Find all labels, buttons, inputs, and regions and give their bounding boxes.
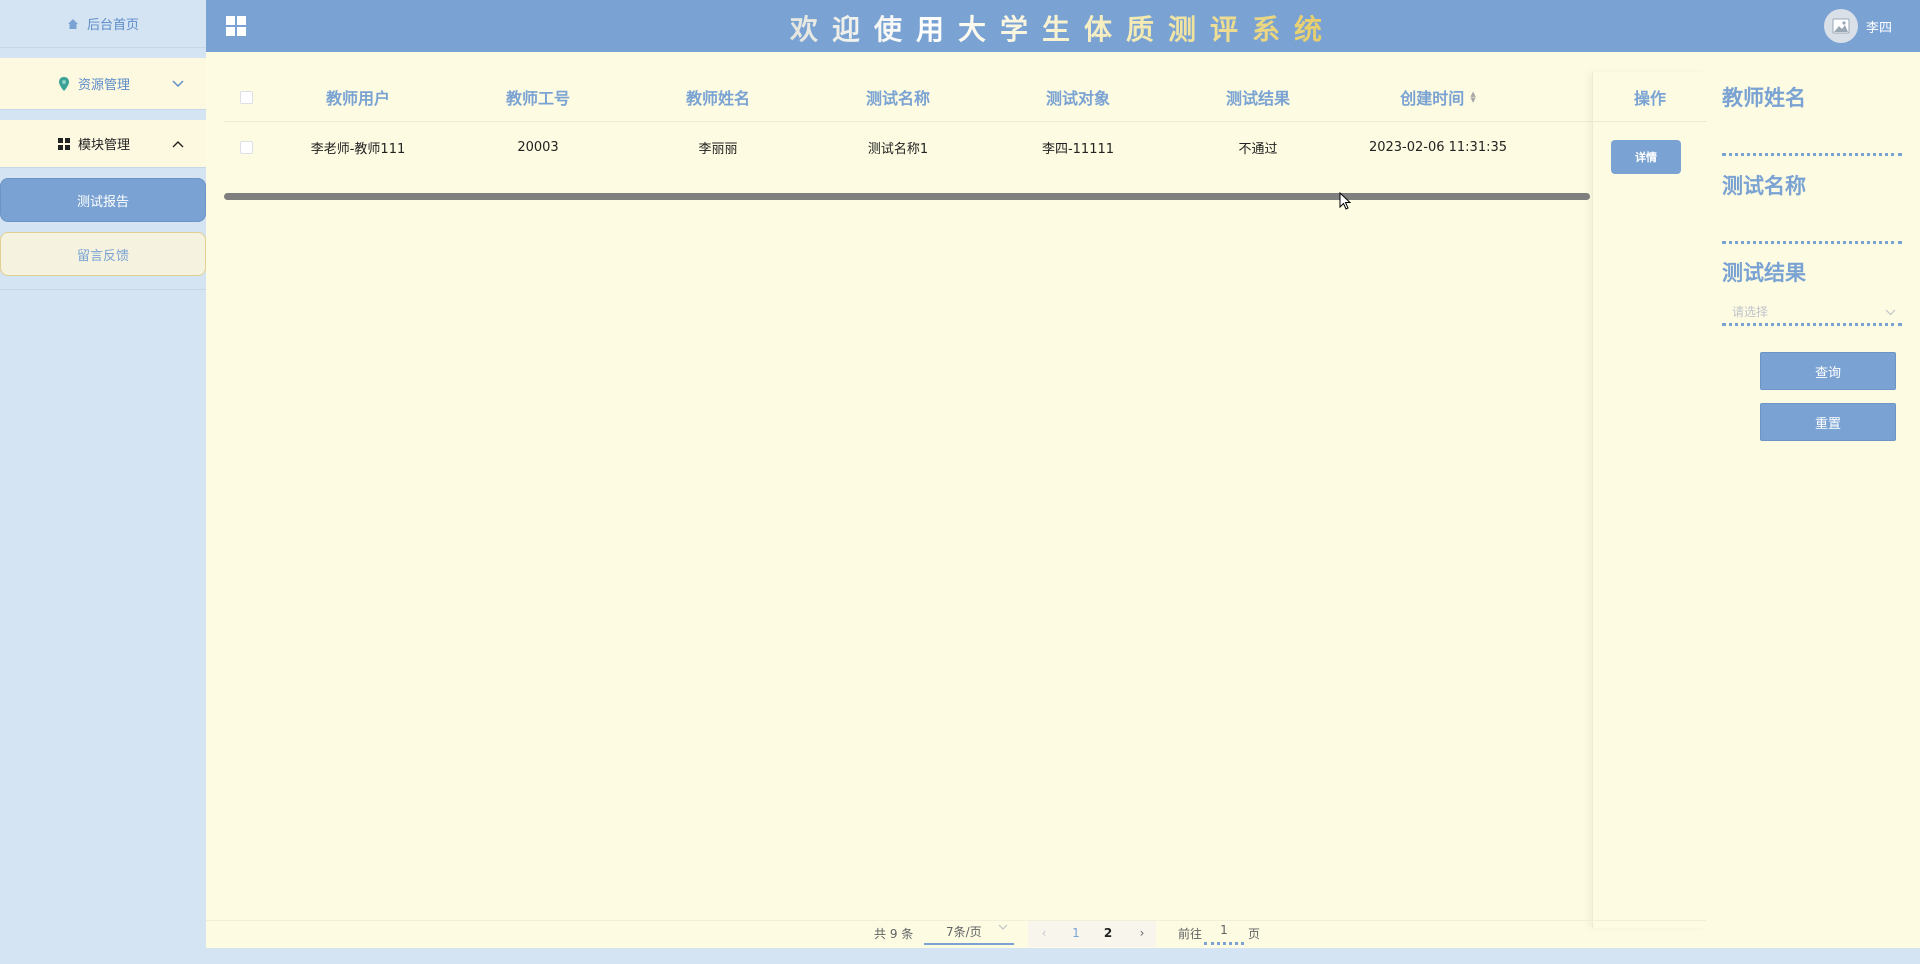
page-title: 欢迎使用大学生体质测评系统 (206, 8, 1920, 48)
data-table: 教师用户 教师工号 教师姓名 测试名称 测试对象 测试结果 创建时间 ▲▼ 更 … (224, 72, 1706, 172)
cell-teacher-id: 20003 (517, 139, 559, 155)
page-number-2[interactable]: 2 (1096, 921, 1120, 945)
cell-test-target: 李四-11111 (1041, 141, 1115, 157)
test-name-input[interactable] (1722, 214, 1902, 244)
avatar (1823, 9, 1858, 43)
test-name-label: 测试名称 (1722, 174, 1806, 198)
column-header-teacher-name: 教师姓名 (685, 89, 750, 108)
test-result-label: 测试结果 (1722, 261, 1806, 285)
prev-page-icon[interactable]: ‹ (1032, 921, 1056, 945)
sidebar-item-resource[interactable]: 资源管理 (0, 58, 206, 110)
select-all-checkbox[interactable] (239, 90, 253, 104)
top-header: 欢迎使用大学生体质测评系统 李四 (206, 0, 1920, 52)
sidebar: 后台首页 资源管理 模块管理 测试报告 留言反馈 (0, 0, 206, 964)
chevron-down-icon (172, 77, 184, 91)
goto-label: 前往 (1178, 927, 1203, 941)
detail-button[interactable]: 详情 (1611, 140, 1681, 174)
select-placeholder: 请选择 (1732, 305, 1769, 319)
main-content: 教师用户 教师工号 教师姓名 测试名称 测试对象 测试结果 创建时间 ▲▼ 更 … (206, 52, 1920, 948)
select-all-cell (224, 72, 268, 122)
cell-teacher-name: 李丽丽 (698, 141, 738, 157)
grid-icon (58, 137, 70, 150)
sidebar-item-feedback[interactable]: 留言反馈 (0, 232, 206, 276)
column-header-created-at-label: 创建时间 (1400, 89, 1465, 108)
chevron-down-icon (998, 923, 1008, 934)
column-header-teacher-user: 教师用户 (325, 89, 390, 108)
cell-test-name: 测试名称1 (867, 141, 929, 157)
cell-teacher-user: 李老师-教师111 (310, 141, 406, 157)
column-header-operation: 操作 (1593, 72, 1707, 122)
operation-column: 操作 详情 (1592, 72, 1707, 928)
column-header-test-target: 测试对象 (1045, 89, 1110, 108)
search-panel: 教师姓名 测试名称 测试结果 请选择 查询 重置 (1714, 82, 1914, 442)
image-icon (1832, 18, 1850, 34)
bottom-strip (206, 948, 1920, 964)
page-number-1[interactable]: 1 (1064, 921, 1088, 945)
horizontal-scrollbar[interactable] (224, 193, 1590, 200)
chevron-up-icon (172, 137, 184, 151)
pagination: 共 9 条 7条/页 ‹ 1 2 › 前往 1 页 (206, 920, 1706, 947)
table-row[interactable]: 李老师-教师111 20003 李丽丽 测试名称1 李四-11111 不通过 2… (224, 122, 1706, 172)
sidebar-item-label: 模块管理 (78, 138, 131, 153)
sort-icon[interactable]: ▲ ▼ (1470, 91, 1475, 104)
column-header-created-at[interactable]: 创建时间 ▲ ▼ (1348, 72, 1528, 122)
teacher-name-label: 教师姓名 (1722, 86, 1806, 110)
row-checkbox[interactable] (239, 140, 253, 154)
mouse-cursor-icon (1339, 191, 1352, 214)
pagination-total: 共 9 条 (874, 927, 914, 941)
sidebar-item-home[interactable]: 后台首页 (0, 0, 206, 48)
cell-created-at: 2023-02-06 11:31:35 (1368, 139, 1508, 155)
table-header: 教师用户 教师工号 教师姓名 测试名称 测试对象 测试结果 创建时间 ▲▼ 更 (224, 72, 1706, 122)
row-select-cell (224, 122, 268, 172)
next-page-icon[interactable]: › (1130, 921, 1154, 945)
sidebar-item-module[interactable]: 模块管理 (0, 120, 206, 168)
home-icon (67, 18, 78, 29)
location-pin-icon (59, 76, 69, 91)
user-menu[interactable]: 李四 (1823, 9, 1892, 43)
reset-button[interactable]: 重置 (1760, 403, 1896, 441)
sidebar-item-test-report[interactable]: 测试报告 (0, 178, 206, 222)
test-result-select[interactable]: 请选择 (1722, 300, 1902, 326)
sidebar-item-label: 后台首页 (86, 18, 139, 33)
chevron-down-icon (1885, 306, 1896, 319)
sidebar-item-label: 资源管理 (78, 78, 131, 93)
column-header-test-result: 测试结果 (1225, 89, 1290, 108)
sidebar-submenu: 测试报告 留言反馈 (0, 168, 206, 290)
cell-test-result: 不通过 (1238, 141, 1278, 157)
query-button[interactable]: 查询 (1760, 352, 1896, 390)
column-header-teacher-id: 教师工号 (505, 89, 570, 108)
teacher-name-input[interactable] (1722, 126, 1902, 156)
page-size-select[interactable]: 7条/页 (924, 923, 1014, 945)
user-name: 李四 (1865, 20, 1892, 36)
column-header-test-name: 测试名称 (865, 89, 930, 108)
goto-page-input[interactable]: 1 (1204, 923, 1244, 945)
page-size-value: 7条/页 (946, 925, 982, 939)
page-suffix: 页 (1248, 927, 1261, 941)
